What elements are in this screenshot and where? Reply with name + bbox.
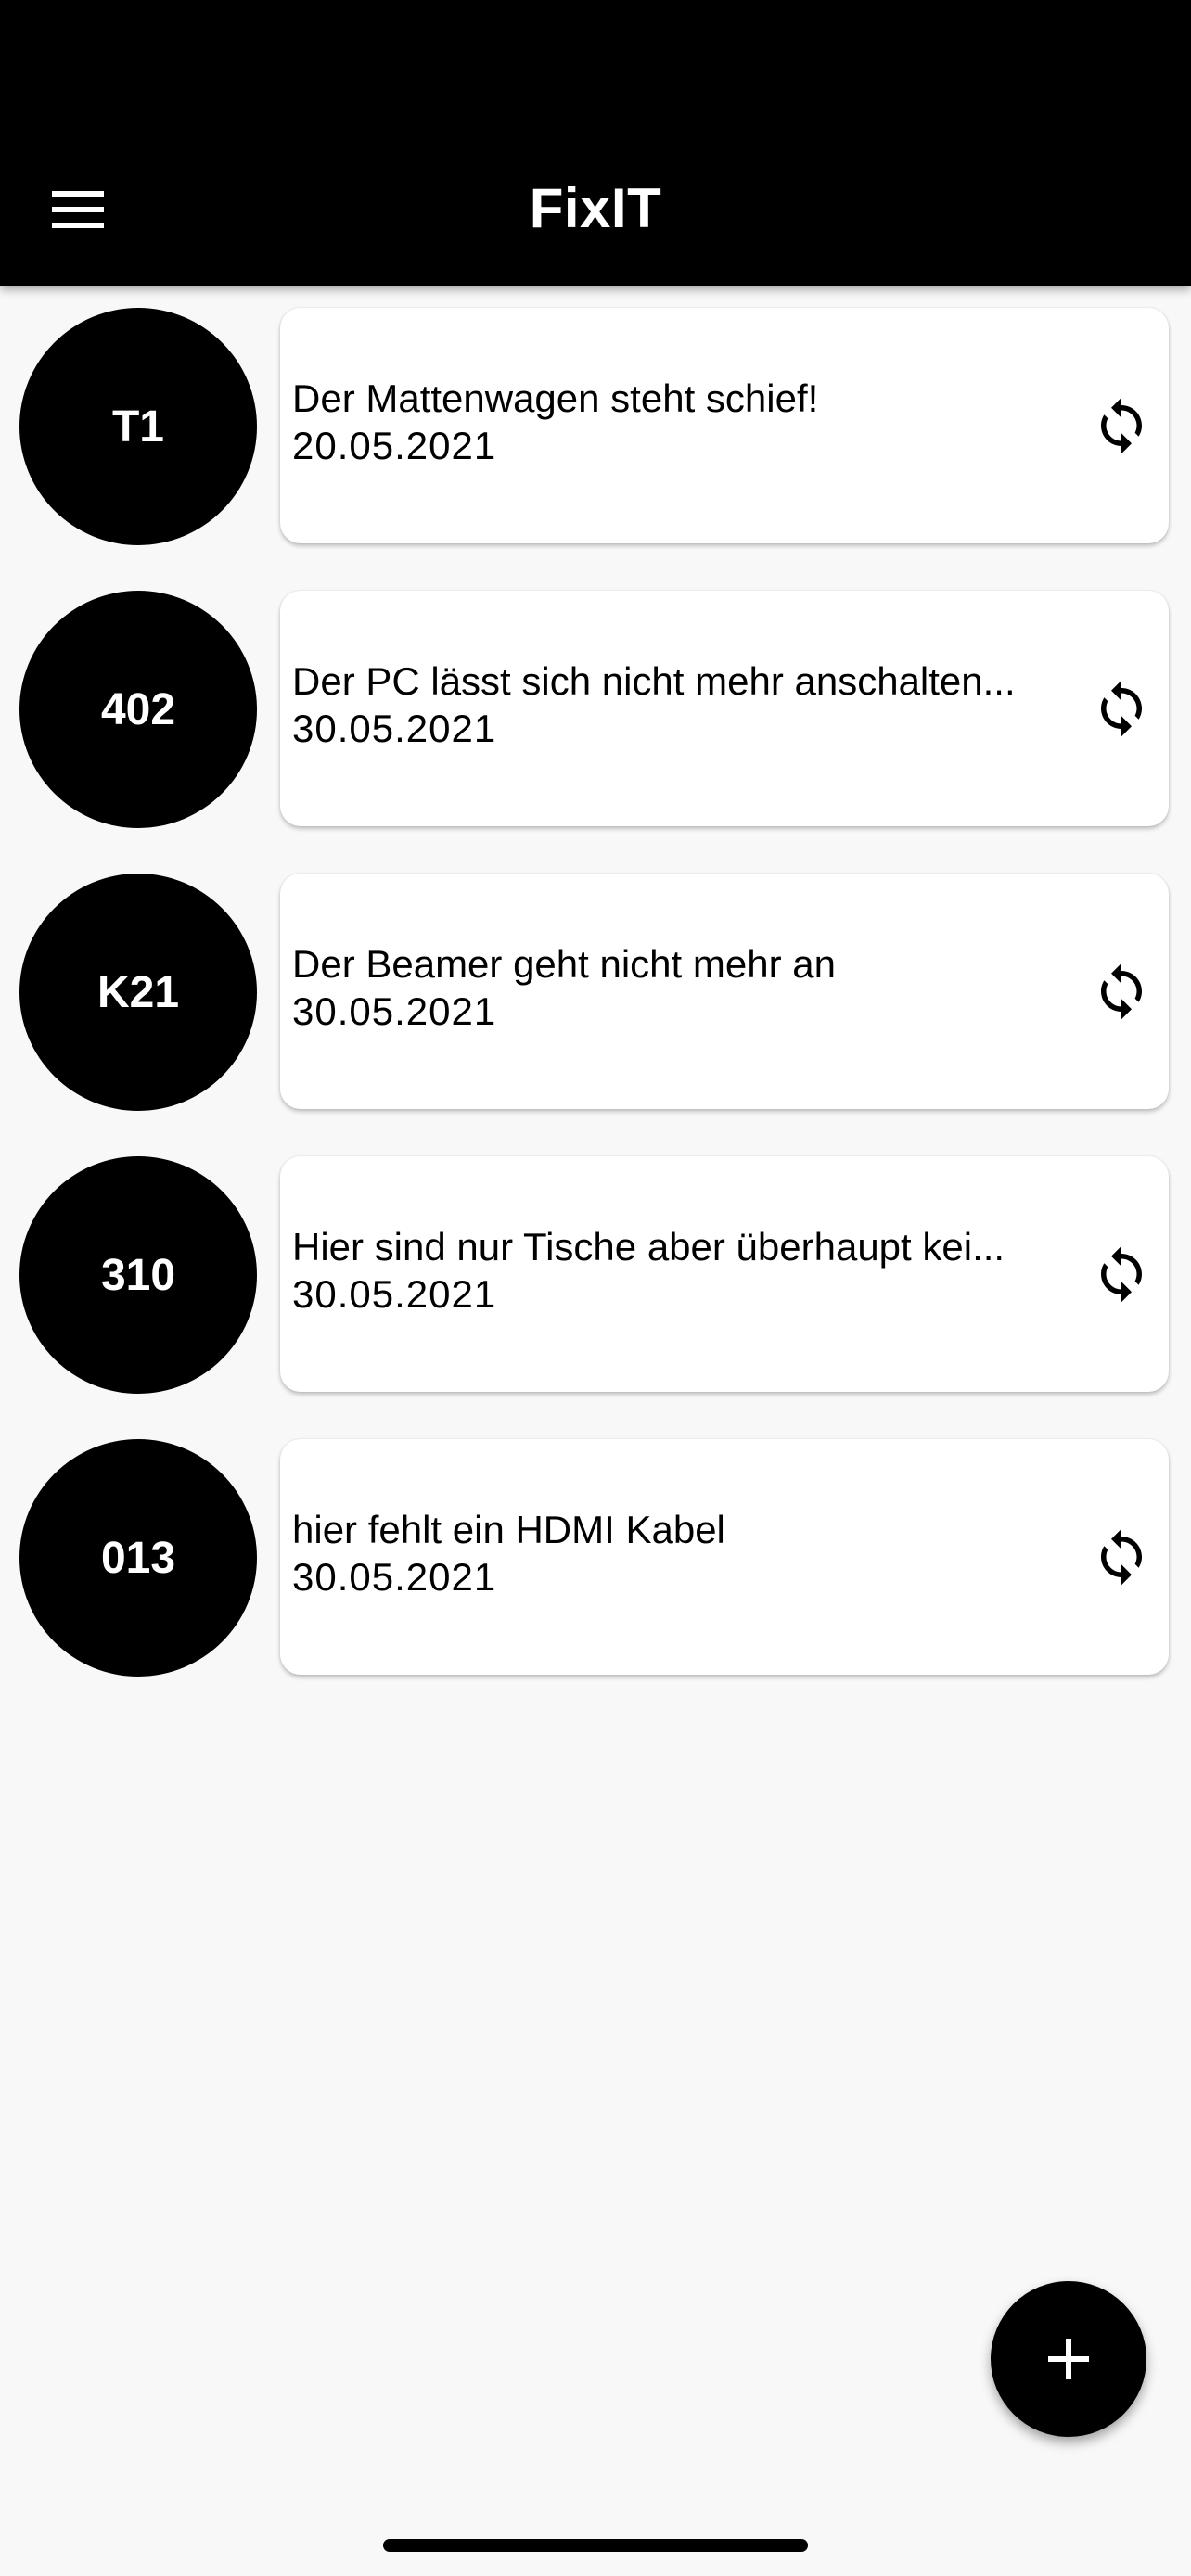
room-avatar: T1 [19,308,257,545]
sync-button[interactable] [1091,961,1152,1022]
add-ticket-button[interactable] [991,2281,1146,2437]
ticket-date: 30.05.2021 [292,707,497,750]
ticket-date: 30.05.2021 [292,989,497,1033]
ticket-title: hier fehlt ein HDMI Kabel [292,1508,725,1551]
sync-icon [1101,397,1142,454]
app-bar: FixIT [0,0,1191,286]
room-avatar: 402 [19,591,257,828]
sync-button[interactable] [1091,395,1152,456]
ticket-row: 013 hier fehlt ein HDMI Kabel 30.05.2021 [0,1437,1191,1677]
ticket-text: hier fehlt ein HDMI Kabel 30.05.2021 [292,1506,1071,1600]
room-avatar: 310 [19,1156,257,1394]
ticket-date: 30.05.2021 [292,1555,497,1599]
sync-icon [1101,963,1142,1020]
app-screen: FixIT T1 Der Mattenwagen steht schief! 2… [0,0,1191,2576]
sync-icon [1101,1245,1142,1303]
app-title: FixIT [529,177,662,239]
ticket-text: Hier sind nur Tische aber überhaupt kei.… [292,1223,1071,1318]
sync-button[interactable] [1091,678,1152,739]
room-avatar: 013 [19,1439,257,1677]
ticket-card[interactable]: hier fehlt ein HDMI Kabel 30.05.2021 [280,1439,1169,1675]
ticket-row: 310 Hier sind nur Tische aber überhaupt … [0,1154,1191,1394]
ticket-row: K21 Der Beamer geht nicht mehr an 30.05.… [0,872,1191,1111]
ticket-text: Der Mattenwagen steht schief! 20.05.2021 [292,375,1071,469]
ticket-card[interactable]: Der Beamer geht nicht mehr an 30.05.2021 [280,874,1169,1109]
sync-button[interactable] [1091,1243,1152,1305]
ticket-row: T1 Der Mattenwagen steht schief! 20.05.2… [0,306,1191,545]
home-indicator[interactable] [383,2539,808,2552]
ticket-card[interactable]: Der Mattenwagen steht schief! 20.05.2021 [280,308,1169,543]
ticket-text: Der Beamer geht nicht mehr an 30.05.2021 [292,940,1071,1035]
ticket-card[interactable]: Der PC lässt sich nicht mehr anschalten.… [280,591,1169,826]
ticket-title: Der PC lässt sich nicht mehr anschalten.… [292,659,1016,703]
sync-button[interactable] [1091,1526,1152,1588]
ticket-date: 20.05.2021 [292,424,497,467]
ticket-title: Der Mattenwagen steht schief! [292,376,819,420]
sync-icon [1101,680,1142,737]
sync-icon [1101,1528,1142,1586]
plus-icon [1048,2339,1089,2379]
ticket-text: Der PC lässt sich nicht mehr anschalten.… [292,657,1071,752]
ticket-row: 402 Der PC lässt sich nicht mehr anschal… [0,589,1191,828]
ticket-date: 30.05.2021 [292,1272,497,1316]
ticket-title: Der Beamer geht nicht mehr an [292,942,836,986]
room-avatar: K21 [19,874,257,1111]
ticket-title: Hier sind nur Tische aber überhaupt kei.… [292,1225,1005,1269]
ticket-card[interactable]: Hier sind nur Tische aber überhaupt kei.… [280,1156,1169,1392]
